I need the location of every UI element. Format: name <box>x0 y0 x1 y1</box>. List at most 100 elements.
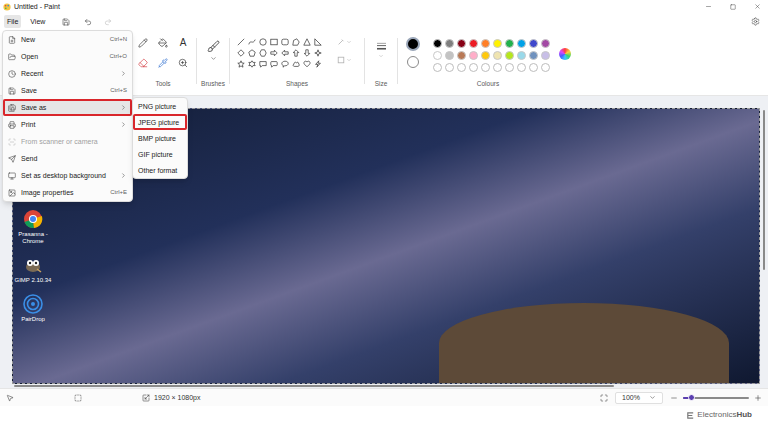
shape-button[interactable] <box>257 47 268 58</box>
file-menu-item[interactable]: NewCtrl+N <box>3 31 132 48</box>
shape-button[interactable] <box>312 58 323 69</box>
zoom-slider[interactable] <box>683 394 749 402</box>
zoom-out-icon[interactable] <box>670 394 678 402</box>
file-menu-item[interactable]: Send <box>3 150 132 167</box>
shape-button[interactable] <box>290 47 301 58</box>
palette-empty-slot[interactable] <box>541 63 550 72</box>
redo-icon[interactable] <box>104 18 112 26</box>
submenu-item[interactable]: GIF picture <box>133 146 187 162</box>
shape-button[interactable] <box>235 36 246 47</box>
vertical-scrollbar[interactable] <box>760 108 768 384</box>
undo-icon[interactable] <box>84 18 92 26</box>
palette-swatch[interactable] <box>481 51 490 60</box>
palette-swatch[interactable] <box>445 39 454 48</box>
size-button[interactable] <box>376 42 387 79</box>
settings-gear-icon[interactable] <box>751 17 760 26</box>
minimize-icon[interactable] <box>705 3 712 10</box>
shape-button[interactable] <box>235 58 246 69</box>
palette-empty-slot[interactable] <box>505 63 514 72</box>
palette-swatch[interactable] <box>505 51 514 60</box>
shape-button[interactable] <box>290 58 301 69</box>
color-picker-button[interactable] <box>157 57 169 69</box>
palette-swatch[interactable] <box>457 39 466 48</box>
shape-button[interactable] <box>290 36 301 47</box>
save-icon[interactable] <box>62 18 70 26</box>
shape-button[interactable] <box>246 58 257 69</box>
shape-button[interactable] <box>312 36 323 47</box>
restore-icon[interactable] <box>730 4 736 10</box>
menu-bar-item[interactable]: File <box>4 15 21 28</box>
shape-button[interactable] <box>257 58 268 69</box>
edit-colors-wheel-icon[interactable] <box>559 48 571 60</box>
shape-button[interactable] <box>246 36 257 47</box>
file-menu-item[interactable]: Save as <box>3 99 132 116</box>
secondary-color[interactable] <box>407 56 419 68</box>
zoom-in-icon[interactable] <box>754 394 762 402</box>
shape-fill-dropdown[interactable] <box>337 56 352 64</box>
brushes-button[interactable] <box>207 40 220 79</box>
file-menu-item[interactable]: Image propertiesCtrl+E <box>3 184 132 201</box>
palette-empty-slot[interactable] <box>529 63 538 72</box>
palette-swatch[interactable] <box>505 39 514 48</box>
palette-empty-slot[interactable] <box>433 63 442 72</box>
shape-button[interactable] <box>279 58 290 69</box>
submenu-item[interactable]: Other format <box>133 162 187 178</box>
palette-swatch[interactable] <box>469 39 478 48</box>
shape-button[interactable] <box>301 36 312 47</box>
submenu-item[interactable]: JPEG picture <box>133 114 187 130</box>
magnifier-button[interactable] <box>177 57 189 69</box>
desktop-icon[interactable]: PairDrop <box>14 294 52 323</box>
palette-swatch[interactable] <box>517 51 526 60</box>
palette-swatch[interactable] <box>529 51 538 60</box>
shape-button[interactable] <box>268 58 279 69</box>
palette-swatch[interactable] <box>541 51 550 60</box>
submenu-item[interactable]: BMP picture <box>133 130 187 146</box>
palette-swatch[interactable] <box>493 51 502 60</box>
palette-swatch[interactable] <box>445 51 454 60</box>
palette-empty-slot[interactable] <box>469 63 478 72</box>
shape-button[interactable] <box>301 58 312 69</box>
desktop-icon[interactable]: Prasanna - Chrome <box>14 209 52 245</box>
zoom-dropdown[interactable]: 100% <box>615 392 663 404</box>
palette-empty-slot[interactable] <box>457 63 466 72</box>
primary-color[interactable] <box>406 37 420 51</box>
shape-button[interactable] <box>279 36 290 47</box>
palette-empty-slot[interactable] <box>481 63 490 72</box>
submenu-item[interactable]: PNG picture <box>133 98 187 114</box>
text-tool-button[interactable]: A <box>177 37 189 49</box>
eraser-button[interactable] <box>137 57 149 69</box>
palette-swatch[interactable] <box>481 39 490 48</box>
palette-empty-slot[interactable] <box>493 63 502 72</box>
file-menu-item[interactable]: Print <box>3 116 132 133</box>
palette-swatch[interactable] <box>457 51 466 60</box>
shape-outline-dropdown[interactable] <box>337 38 352 46</box>
palette-swatch[interactable] <box>529 39 538 48</box>
zoom-slider-thumb[interactable] <box>688 394 695 401</box>
shape-button[interactable] <box>301 47 312 58</box>
palette-swatch[interactable] <box>469 51 478 60</box>
palette-swatch[interactable] <box>517 39 526 48</box>
shape-button[interactable] <box>246 47 257 58</box>
file-menu-item[interactable]: SaveCtrl+S <box>3 82 132 99</box>
desktop-icon[interactable]: GIMP 2.10.34 <box>14 255 52 284</box>
shape-button[interactable] <box>268 36 279 47</box>
menu-bar-item[interactable]: View <box>27 15 48 28</box>
shape-button[interactable] <box>257 36 268 47</box>
pencil-button[interactable] <box>137 37 149 49</box>
palette-empty-slot[interactable] <box>517 63 526 72</box>
shape-button[interactable] <box>235 47 246 58</box>
palette-swatch[interactable] <box>493 39 502 48</box>
palette-swatch[interactable] <box>433 39 442 48</box>
shape-button[interactable] <box>268 47 279 58</box>
close-icon[interactable] <box>754 3 761 10</box>
shape-button[interactable] <box>279 47 290 58</box>
fit-to-window-icon[interactable] <box>600 394 608 402</box>
file-menu-item[interactable]: Set as desktop background <box>3 167 132 184</box>
shape-button[interactable] <box>312 47 323 58</box>
palette-empty-slot[interactable] <box>445 63 454 72</box>
palette-swatch[interactable] <box>541 39 550 48</box>
fill-button[interactable] <box>157 37 169 49</box>
palette-swatch[interactable] <box>433 51 442 60</box>
file-menu-item[interactable]: Recent <box>3 65 132 82</box>
file-menu-item[interactable]: OpenCtrl+O <box>3 48 132 65</box>
